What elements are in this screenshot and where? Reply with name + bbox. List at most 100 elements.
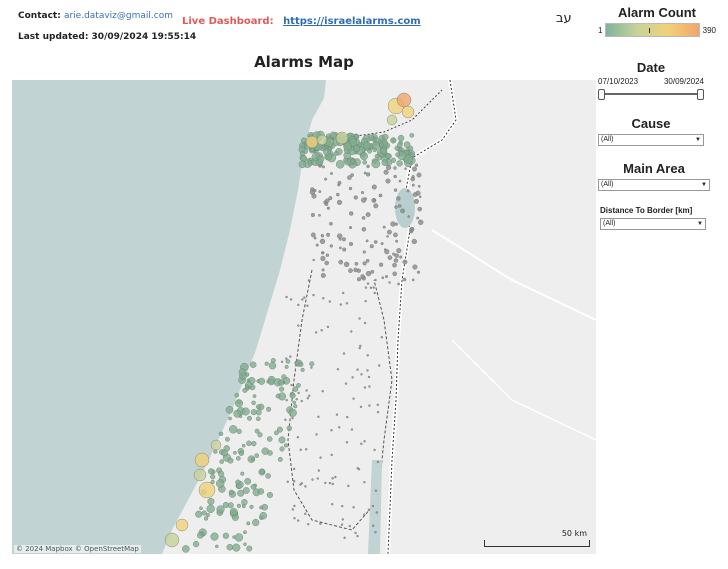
- alarm-marker[interactable]: [353, 195, 358, 200]
- alarm-marker[interactable]: [309, 147, 315, 153]
- alarm-marker[interactable]: [234, 392, 240, 398]
- alarm-marker[interactable]: [359, 344, 362, 348]
- alarm-marker[interactable]: [348, 524, 351, 528]
- alarm-marker[interactable]: [241, 443, 246, 448]
- alarm-marker[interactable]: [393, 166, 397, 170]
- alarm-marker[interactable]: [284, 364, 289, 369]
- alarm-marker[interactable]: [385, 178, 391, 184]
- alarm-marker[interactable]: [289, 392, 296, 399]
- alarm-marker[interactable]: [364, 197, 367, 200]
- alarm-marker[interactable]: [236, 456, 241, 461]
- alarm-marker[interactable]: [368, 404, 371, 407]
- alarm-marker[interactable]: [369, 286, 373, 289]
- alarm-marker[interactable]: [301, 298, 304, 301]
- alarm-marker[interactable]: [259, 505, 264, 510]
- alarm-marker[interactable]: [413, 198, 419, 204]
- alarm-marker[interactable]: [390, 137, 397, 144]
- alarm-marker[interactable]: [323, 148, 331, 156]
- alarm-marker[interactable]: [328, 300, 331, 303]
- alarm-marker[interactable]: [228, 489, 234, 495]
- alarm-marker[interactable]: [315, 433, 318, 436]
- alarm-marker[interactable]: [321, 390, 324, 393]
- alarm-marker[interactable]: [399, 255, 403, 259]
- alarm-marker[interactable]: [365, 172, 371, 177]
- alarm-marker[interactable]: [411, 278, 415, 282]
- alarm-marker[interactable]: [293, 517, 296, 520]
- alarm-marker[interactable]: [275, 393, 281, 399]
- alarm-marker[interactable]: [383, 169, 389, 175]
- alarm-marker[interactable]: [394, 253, 399, 258]
- alarm-marker[interactable]: [412, 192, 418, 197]
- alarm-marker[interactable]: [194, 452, 210, 468]
- alarm-marker[interactable]: [365, 212, 371, 218]
- alarm-marker[interactable]: [283, 443, 289, 448]
- alarm-marker[interactable]: [329, 221, 333, 226]
- alarm-marker[interactable]: [309, 361, 315, 367]
- alarm-marker[interactable]: [373, 198, 377, 202]
- alarm-marker[interactable]: [362, 261, 367, 266]
- alarm-marker[interactable]: [238, 450, 245, 456]
- alarm-marker[interactable]: [366, 164, 370, 169]
- alarm-marker[interactable]: [342, 352, 346, 355]
- alarm-marker[interactable]: [313, 188, 317, 193]
- alarm-marker[interactable]: [404, 167, 407, 170]
- alarm-marker[interactable]: [390, 221, 396, 227]
- slider-start-handle[interactable]: [598, 89, 605, 100]
- alarm-marker[interactable]: [240, 471, 245, 476]
- alarm-marker[interactable]: [411, 238, 417, 245]
- alarm-marker[interactable]: [298, 160, 307, 169]
- alarm-marker[interactable]: [227, 457, 234, 464]
- alarm-marker[interactable]: [246, 545, 253, 552]
- alarm-marker[interactable]: [326, 232, 331, 237]
- alarm-marker[interactable]: [321, 251, 325, 255]
- alarm-marker[interactable]: [360, 373, 363, 376]
- main-area-dropdown[interactable]: (All) ▼: [598, 179, 710, 191]
- alarm-marker[interactable]: [360, 152, 368, 161]
- alarm-marker[interactable]: [396, 142, 403, 149]
- alarm-marker[interactable]: [366, 369, 369, 372]
- alarm-marker[interactable]: [368, 385, 371, 388]
- alarm-marker[interactable]: [319, 456, 322, 459]
- alarm-marker[interactable]: [310, 212, 315, 218]
- alarm-marker[interactable]: [311, 193, 317, 199]
- alarm-marker[interactable]: [292, 386, 299, 392]
- map-canvas[interactable]: [12, 80, 596, 554]
- alarm-marker[interactable]: [268, 362, 277, 370]
- alarm-marker[interactable]: [330, 429, 333, 432]
- alarm-marker[interactable]: [380, 336, 383, 339]
- alarm-marker[interactable]: [284, 418, 287, 421]
- alarm-marker[interactable]: [356, 534, 359, 538]
- alarm-marker[interactable]: [342, 291, 345, 295]
- alarm-marker[interactable]: [330, 172, 333, 175]
- alarm-marker[interactable]: [267, 378, 275, 386]
- alarm-marker[interactable]: [338, 259, 344, 265]
- alarm-marker[interactable]: [407, 215, 411, 218]
- alarm-marker[interactable]: [342, 247, 347, 252]
- alarm-marker[interactable]: [335, 413, 339, 416]
- alarm-marker[interactable]: [310, 232, 316, 238]
- alarm-marker[interactable]: [307, 279, 311, 282]
- alarm-marker[interactable]: [210, 439, 222, 451]
- alarm-marker[interactable]: [348, 186, 353, 191]
- contact-email-link[interactable]: arie.dataviz@gmail.com: [64, 11, 173, 21]
- alarm-marker[interactable]: [367, 508, 371, 511]
- alarm-marker[interactable]: [322, 296, 325, 300]
- alarm-marker[interactable]: [318, 163, 323, 168]
- alarm-marker[interactable]: [315, 243, 319, 247]
- alarm-marker[interactable]: [392, 252, 396, 256]
- alarm-marker[interactable]: [402, 277, 407, 282]
- alarm-marker[interactable]: [418, 219, 424, 225]
- alarm-marker[interactable]: [416, 172, 422, 178]
- alarm-marker[interactable]: [316, 477, 319, 480]
- alarm-marker[interactable]: [386, 229, 392, 235]
- alarm-marker[interactable]: [277, 456, 283, 462]
- cause-dropdown[interactable]: (All) ▼: [598, 134, 704, 146]
- alarm-marker[interactable]: [297, 303, 300, 307]
- alarm-marker[interactable]: [320, 255, 326, 262]
- alarm-marker[interactable]: [311, 478, 314, 481]
- alarm-marker[interactable]: [350, 173, 354, 177]
- alarm-marker[interactable]: [350, 428, 354, 431]
- alarm-marker[interactable]: [393, 258, 399, 263]
- alarm-marker[interactable]: [299, 448, 302, 451]
- alarm-marker[interactable]: [282, 381, 286, 384]
